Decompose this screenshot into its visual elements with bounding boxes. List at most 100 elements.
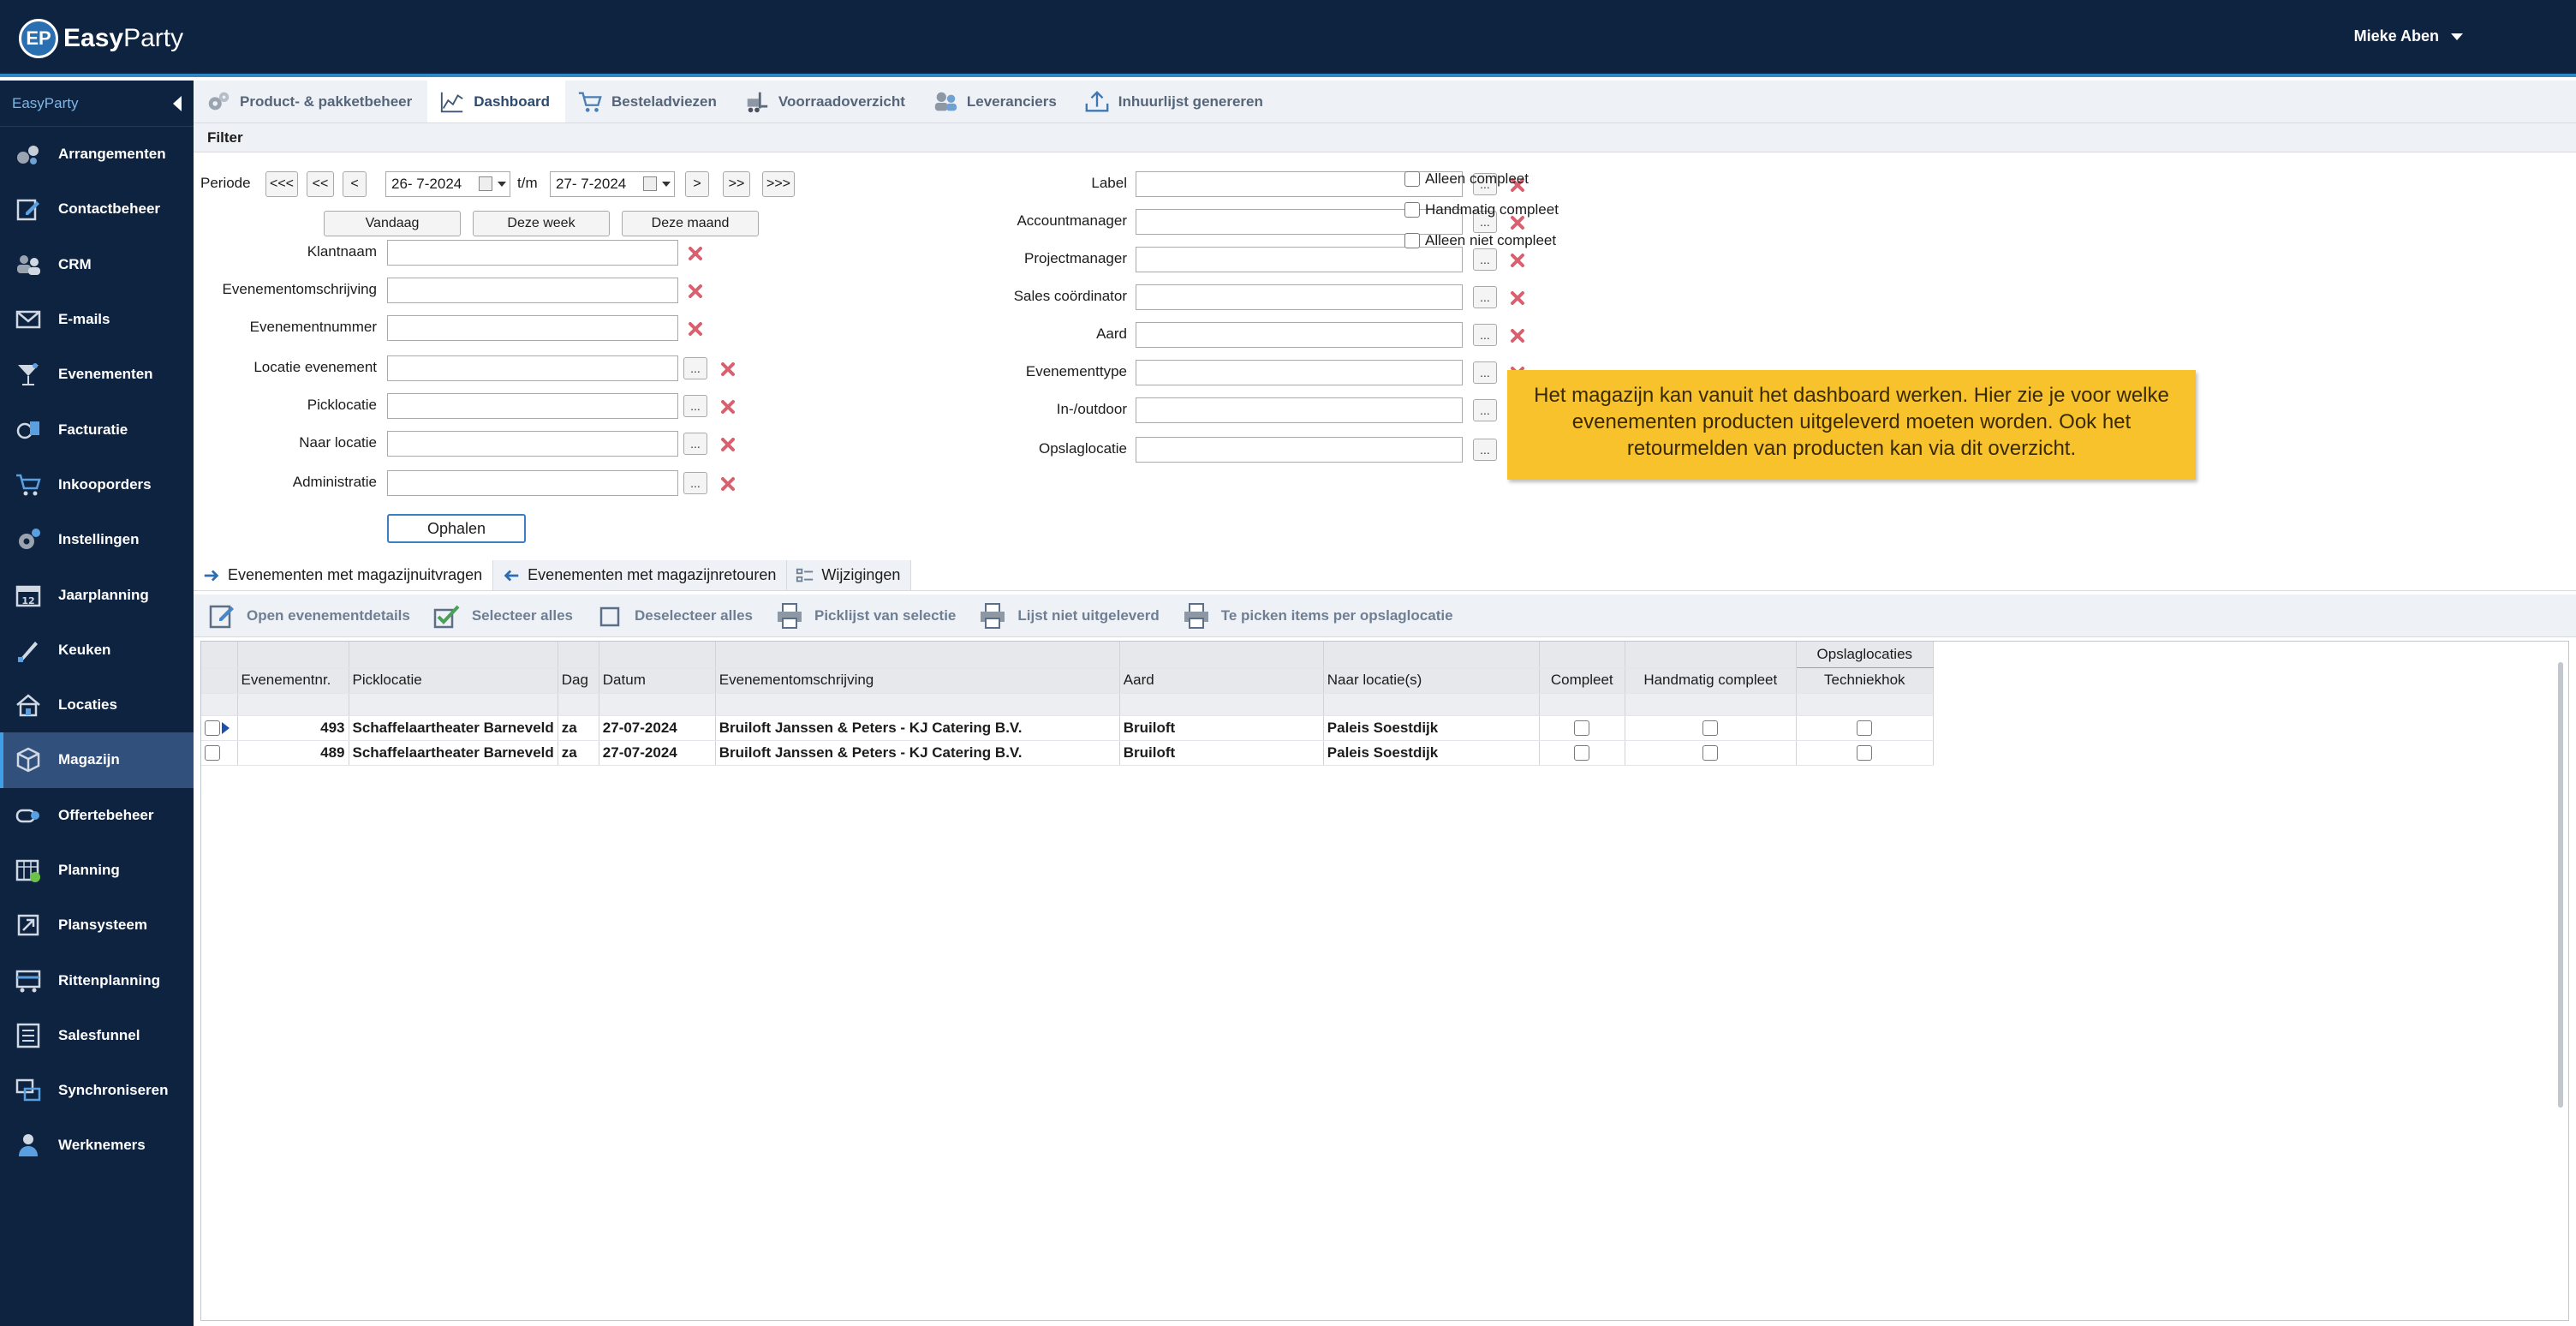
column-header-datum[interactable]: Datum [599, 667, 716, 694]
sidebar-item-offertebeheer[interactable]: Offertebeheer [0, 788, 194, 843]
row-checkbox[interactable] [205, 745, 220, 762]
column-header-handmatig-compleet[interactable]: Handmatig compleet [1625, 667, 1797, 694]
clear-icon[interactable] [719, 475, 736, 493]
filter-input-evenementomschrijving[interactable] [387, 278, 678, 303]
collapse-left-icon[interactable] [173, 95, 182, 111]
sidebar-item-rittenplanning[interactable]: Rittenplanning [0, 953, 194, 1007]
filter-input-evenementtype[interactable] [1136, 360, 1463, 385]
lookup-button[interactable]: ... [1473, 439, 1497, 461]
cell-compleet[interactable] [1539, 740, 1625, 766]
calendar-icon[interactable] [479, 176, 492, 191]
clear-icon[interactable] [719, 398, 736, 415]
today-button[interactable]: Vandaag [324, 211, 461, 236]
date-to-input[interactable]: 27- 7-2024 [550, 171, 675, 197]
subtab-magazijnretouren[interactable]: Evenementen met magazijnretouren [493, 560, 788, 590]
clear-icon[interactable] [1509, 290, 1526, 307]
sidebar-item-salesfunnel[interactable]: Salesfunnel [0, 1008, 194, 1063]
sidebar-item-werknemers[interactable]: Werknemers [0, 1118, 194, 1173]
cell-techniekhok[interactable] [1796, 740, 1934, 766]
compleet-checkbox[interactable] [1574, 745, 1590, 762]
techniekhok-checkbox[interactable] [1857, 720, 1873, 737]
period-next2-button[interactable]: >> [723, 171, 750, 197]
lookup-button[interactable]: ... [1473, 286, 1497, 308]
deselect-all-button[interactable]: Deselecteer alles [595, 601, 753, 630]
picklist-selection-button[interactable]: Picklijst van selectie [775, 601, 956, 630]
techniekhok-checkbox[interactable] [1857, 745, 1873, 762]
sidebar-item-instellingen[interactable]: Instellingen [0, 512, 194, 567]
column-header-aard[interactable]: Aard [1119, 667, 1324, 694]
column-header-picklocatie[interactable]: Picklocatie [349, 667, 558, 694]
fetch-button[interactable]: Ophalen [387, 514, 526, 543]
column-header-compleet[interactable]: Compleet [1539, 667, 1625, 694]
this-month-button[interactable]: Deze maand [622, 211, 759, 236]
filter-input-locatie-evenement[interactable] [387, 355, 678, 381]
pick-items-per-location-button[interactable]: Te picken items per opslaglocatie [1182, 601, 1453, 630]
subtab-wijzigingen[interactable]: Wijzigingen [787, 560, 912, 590]
column-header-evenementnr-[interactable]: Evenementnr. [237, 667, 349, 694]
filter-input-administratie[interactable] [387, 470, 678, 496]
filter-input-evenementnummer[interactable] [387, 315, 678, 341]
sidebar-item-facturatie[interactable]: Facturatie [0, 402, 194, 457]
lookup-button[interactable]: ... [1473, 324, 1497, 346]
sidebar-item-e-mails[interactable]: E-mails [0, 292, 194, 347]
sidebar-item-evenementen[interactable]: Evenementen [0, 347, 194, 402]
list-not-delivered-button[interactable]: Lijst niet uitgeleverd [978, 601, 1160, 630]
sidebar-item-synchroniseren[interactable]: Synchroniseren [0, 1063, 194, 1118]
user-menu[interactable]: Mieke Aben [2354, 27, 2463, 45]
compleet-checkbox[interactable] [1574, 720, 1590, 737]
lookup-button[interactable]: ... [683, 357, 707, 379]
sidebar-item-inkooporders[interactable]: Inkooporders [0, 457, 194, 512]
table-row[interactable]: 493 Schaffelaartheater Barneveld za 27-07-2… [201, 715, 1934, 741]
clear-icon[interactable] [1509, 327, 1526, 344]
date-from-input[interactable]: 26- 7-2024 [385, 171, 510, 197]
sidebar-item-crm[interactable]: CRM [0, 237, 194, 292]
lookup-button[interactable]: ... [683, 395, 707, 417]
period-first-button[interactable]: <<< [265, 171, 298, 197]
clear-icon[interactable] [687, 245, 704, 262]
open-event-details-button[interactable]: Open evenementdetails [207, 601, 410, 630]
subtab-magazijnuitvragen[interactable]: Evenementen met magazijnuitvragen [194, 560, 494, 590]
filter-input-sales-co-rdinator[interactable] [1136, 284, 1463, 310]
filter-input-klantnaam[interactable] [387, 240, 678, 266]
clear-icon[interactable] [687, 320, 704, 337]
handmatig-compleet-checkbox[interactable] [1702, 745, 1719, 762]
row-select-cell[interactable] [201, 715, 238, 741]
sidebar-item-contactbeheer[interactable]: Contactbeheer [0, 182, 194, 236]
checkbox-alleen-compleet[interactable] [1404, 171, 1420, 187]
filter-input-opslaglocatie[interactable] [1136, 437, 1463, 463]
column-header-evenementomschrijving[interactable]: Evenementomschrijving [715, 667, 1120, 694]
lookup-button[interactable]: ... [1473, 361, 1497, 384]
cell-techniekhok[interactable] [1796, 715, 1934, 741]
row-checkbox[interactable] [205, 720, 220, 737]
sidebar-item-jaarplanning[interactable]: 12 Jaarplanning [0, 567, 194, 622]
filter-input-naar-locatie[interactable] [387, 431, 678, 457]
lookup-button[interactable]: ... [683, 433, 707, 455]
sidebar-item-keuken[interactable]: Keuken [0, 623, 194, 678]
row-select-cell[interactable] [201, 740, 238, 766]
sidebar-item-plansysteem[interactable]: Plansysteem [0, 898, 194, 953]
checkbox-handmatig-compleet[interactable] [1404, 202, 1420, 218]
chevron-down-icon[interactable] [662, 182, 671, 187]
period-prev2-button[interactable]: << [307, 171, 334, 197]
filter-input-picklocatie[interactable] [387, 393, 678, 419]
clear-icon[interactable] [719, 361, 736, 378]
this-week-button[interactable]: Deze week [473, 211, 610, 236]
cell-handmatig-compleet[interactable] [1625, 715, 1797, 741]
sidebar-item-arrangementen[interactable]: Arrangementen [0, 127, 194, 182]
column-header-techniekhok[interactable]: Techniekhok [1796, 667, 1934, 694]
filter-input-projectmanager[interactable] [1136, 247, 1463, 272]
period-prev-button[interactable]: < [343, 171, 367, 197]
filter-input-in-outdoor[interactable] [1136, 397, 1463, 423]
vertical-scrollbar[interactable] [2558, 662, 2563, 1108]
clear-icon[interactable] [719, 436, 736, 453]
app-logo[interactable]: EP EasyParty [19, 19, 183, 58]
sidebar-item-planning[interactable]: Planning [0, 843, 194, 898]
handmatig-compleet-checkbox[interactable] [1702, 720, 1719, 737]
column-header-naar-locatie-s-[interactable]: Naar locatie(s) [1323, 667, 1540, 694]
cell-handmatig-compleet[interactable] [1625, 740, 1797, 766]
column-header-dag[interactable]: Dag [558, 667, 599, 694]
select-all-button[interactable]: Selecteer alles [432, 601, 573, 630]
chevron-down-icon[interactable] [498, 182, 506, 187]
checkbox-alleen-niet-compleet[interactable] [1404, 233, 1420, 248]
period-next-button[interactable]: > [685, 171, 709, 197]
